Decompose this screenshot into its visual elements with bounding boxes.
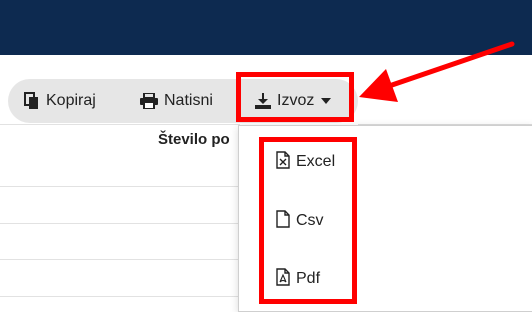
column-header[interactable]: Število po	[158, 131, 230, 148]
export-pdf-option[interactable]: Pdf	[276, 265, 320, 293]
top-navigation-bar	[0, 0, 532, 55]
export-excel-option[interactable]: Excel	[276, 148, 335, 176]
file-pdf-icon	[276, 267, 290, 291]
export-button-label: Izvoz	[277, 92, 315, 109]
table-toolbar: Kopiraj Natisni Izvoz	[8, 79, 358, 123]
table-row-divider	[0, 124, 240, 125]
copy-button[interactable]: Kopiraj	[24, 79, 96, 123]
copy-icon	[24, 92, 40, 110]
table-row-divider	[0, 259, 240, 260]
print-button-label: Natisni	[164, 92, 213, 109]
table-row-divider	[0, 296, 240, 297]
export-csv-label: Csv	[296, 212, 324, 229]
printer-icon	[140, 93, 158, 109]
copy-button-label: Kopiraj	[46, 92, 96, 109]
export-pdf-label: Pdf	[296, 270, 321, 287]
file-icon	[276, 209, 290, 233]
export-excel-label: Excel	[296, 153, 336, 170]
file-excel-icon	[276, 150, 290, 174]
download-icon	[255, 93, 271, 109]
print-button[interactable]: Natisni	[140, 79, 213, 123]
export-csv-option[interactable]: Csv	[276, 207, 324, 235]
table-row-divider	[0, 186, 240, 187]
export-button[interactable]: Izvoz	[255, 79, 332, 123]
table-row-divider	[0, 223, 240, 224]
caret-down-icon	[320, 97, 332, 105]
